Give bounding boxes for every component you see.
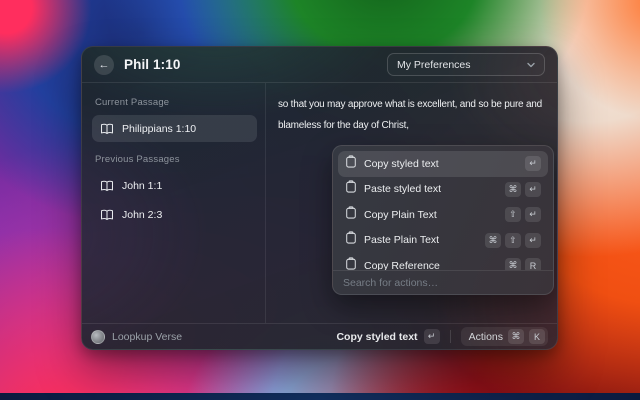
return-key: ↵ <box>525 233 541 248</box>
wallpaper-bottom-band <box>0 393 640 400</box>
extension-icon <box>91 330 105 344</box>
return-key: ↵ <box>525 156 541 171</box>
clipboard-icon <box>345 155 357 173</box>
return-key: ↵ <box>525 182 541 197</box>
book-icon <box>100 123 114 135</box>
action-paste-styled-text[interactable]: Paste styled text ⌘ ↵ <box>338 177 548 203</box>
clipboard-icon <box>345 257 357 270</box>
actions-search <box>333 270 553 294</box>
action-paste-plain-text[interactable]: Paste Plain Text ⌘ ⇧ ↵ <box>338 228 548 254</box>
sidebar-item-john-2-3[interactable]: John 2:3 <box>92 201 257 228</box>
verse-text: so that you may approve what is excellen… <box>278 94 547 136</box>
action-copy-styled-text[interactable]: Copy styled text ↵ <box>338 151 548 177</box>
sidebar-item-label: Philippians 1:10 <box>122 123 196 135</box>
window-body: Current Passage Philippians 1:10 Previou… <box>82 83 557 323</box>
book-icon <box>100 209 114 221</box>
passage-sidebar: Current Passage Philippians 1:10 Previou… <box>82 83 266 323</box>
section-label-previous: Previous Passages <box>95 154 257 165</box>
footer-divider <box>450 330 451 343</box>
preferences-dropdown[interactable]: My Preferences <box>387 53 545 76</box>
cmd-key: ⌘ <box>505 182 521 197</box>
sidebar-item-label: John 1:1 <box>122 180 162 192</box>
shift-key: ⇧ <box>505 233 521 248</box>
cmd-key: ⌘ <box>485 233 501 248</box>
return-key: ↵ <box>525 207 541 222</box>
shift-key: ⇧ <box>505 207 521 222</box>
clipboard-icon <box>345 231 357 249</box>
preferences-dropdown-label: My Preferences <box>397 59 471 71</box>
action-copy-reference[interactable]: Copy Reference ⌘ R <box>338 253 548 270</box>
actions-search-input[interactable] <box>343 277 543 289</box>
extension-name: Loopkup Verse <box>112 331 182 343</box>
sidebar-item-label: John 2:3 <box>122 209 162 221</box>
page-title: Phil 1:10 <box>124 57 180 72</box>
primary-action-button[interactable]: Copy styled text ↵ <box>336 329 439 344</box>
lookup-verse-window: ← Phil 1:10 My Preferences Current Passa… <box>81 46 558 350</box>
clipboard-icon <box>345 180 357 198</box>
letter-key: K <box>529 329 545 344</box>
actions-list: Copy styled text ↵ Paste styled tex <box>333 146 553 270</box>
window-header: ← Phil 1:10 My Preferences <box>82 47 557 83</box>
sidebar-item-philippians-1-10[interactable]: Philippians 1:10 <box>92 115 257 142</box>
book-icon <box>100 180 114 192</box>
cmd-key: ⌘ <box>505 258 521 270</box>
clipboard-icon <box>345 206 357 224</box>
section-label-current: Current Passage <box>95 97 257 108</box>
letter-key: R <box>525 258 541 270</box>
desktop: ← Phil 1:10 My Preferences Current Passa… <box>0 0 640 400</box>
sidebar-item-john-1-1[interactable]: John 1:1 <box>92 172 257 199</box>
actions-menu-button[interactable]: Actions ⌘ K <box>461 327 548 346</box>
chevron-down-icon <box>527 62 535 68</box>
back-button[interactable]: ← <box>94 55 114 75</box>
return-key: ↵ <box>424 329 440 344</box>
footer-bar: Loopkup Verse Copy styled text ↵ Actions… <box>82 323 557 349</box>
cmd-key: ⌘ <box>508 329 524 344</box>
action-copy-plain-text[interactable]: Copy Plain Text ⇧ ↵ <box>338 202 548 228</box>
actions-popup: Copy styled text ↵ Paste styled tex <box>332 145 554 295</box>
back-arrow-icon: ← <box>99 59 110 71</box>
